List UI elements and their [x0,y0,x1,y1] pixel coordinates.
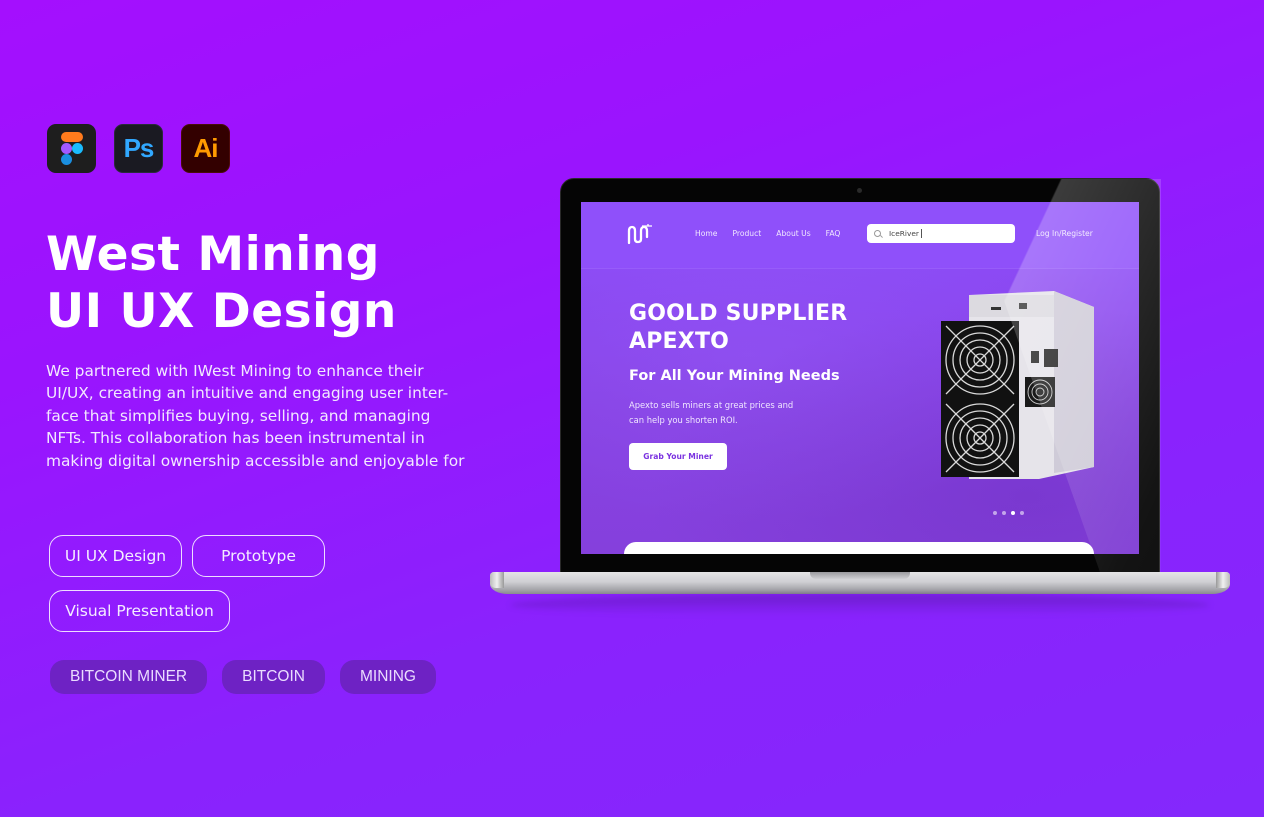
carousel-dot[interactable] [993,511,997,515]
title-line-1: West Mining [46,227,380,282]
description-line: making digital ownership accessible and … [46,451,465,470]
keyword-tags: BITCOIN MINER BITCOIN MINING [50,660,436,694]
description-line: NFTs. This collaboration has been instru… [46,429,425,448]
hero-title-line-2: APEXTO [629,329,730,354]
skill-tag-ui-ux-design[interactable]: UI UX Design [49,535,182,577]
description-line: We partnered with IWest Mining to enhanc… [46,362,424,380]
nav-about-us[interactable]: About Us [776,229,810,238]
search-input[interactable]: IceRiver [867,224,1015,243]
hero-subtitle: For All Your Mining Needs [629,368,840,384]
nav-product[interactable]: Product [732,229,761,238]
login-register-link[interactable]: Log In/Register [1036,229,1093,238]
carousel-dot-active[interactable] [1011,511,1015,515]
page-title: West Mining UI UX Design [46,226,397,340]
grab-your-miner-button[interactable]: Grab Your Miner [629,443,727,470]
skill-tag-visual-presentation[interactable]: Visual Presentation [49,590,230,632]
content-card [624,542,1094,554]
figma-icon [47,124,96,173]
project-description: We partnered with IWest Mining to enhanc… [46,360,486,472]
bitcoin-miner-image [941,291,1094,479]
laptop-mockup: Home Product About Us FAQ IceRiver Log I… [490,178,1230,618]
site-logo-icon[interactable] [627,223,653,245]
hero-text-line-1: Apexto sells miners at great prices and [629,400,794,410]
illustrator-icon: Ai [181,124,230,173]
description-line: UI/UX, creating an intuitive and engagin… [46,384,449,403]
search-icon [874,230,881,237]
nav-faq[interactable]: FAQ [826,229,841,238]
laptop-notch [810,572,910,579]
keyword-tag-mining[interactable]: MINING [340,660,436,694]
carousel-dots [993,511,1024,515]
tool-icons: Ps Ai [47,124,230,173]
camera-icon [857,188,862,193]
hero-title-line-1: GOOLD SUPPLIER [629,301,848,326]
site-nav: Home Product About Us FAQ [695,229,840,238]
keyword-tag-bitcoin-miner[interactable]: BITCOIN MINER [50,660,208,694]
website-screen: Home Product About Us FAQ IceRiver Log I… [581,202,1139,554]
photoshop-icon: Ps [114,124,163,173]
description-line: face that simplifies buying, selling, an… [46,406,431,425]
skill-tag-prototype[interactable]: Prototype [192,535,325,577]
site-header: Home Product About Us FAQ IceRiver Log I… [581,202,1139,269]
laptop-shadow [510,594,1210,616]
search-value: IceRiver [889,229,919,238]
carousel-dot[interactable] [1002,511,1006,515]
carousel-dot[interactable] [1020,511,1024,515]
text-caret [920,229,922,238]
title-line-2: UI UX Design [46,284,397,339]
laptop-lid: Home Product About Us FAQ IceRiver Log I… [560,178,1161,575]
nav-home[interactable]: Home [695,229,717,238]
hero-text-line-2: can help you shorten ROI. [629,414,738,425]
keyword-tag-bitcoin[interactable]: BITCOIN [222,660,325,694]
hero-title: GOOLD SUPPLIER APEXTO [629,300,847,356]
hero-text: Apexto sells miners at great prices and … [629,398,793,427]
